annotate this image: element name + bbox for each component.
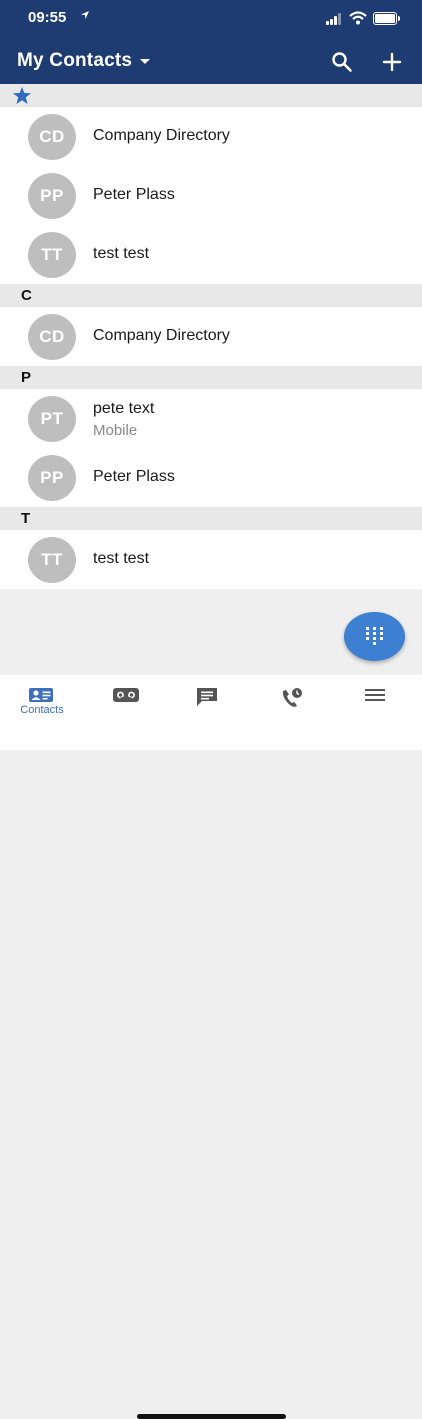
contacts-filter-title[interactable]: My Contacts: [17, 50, 132, 72]
contact-name: Company Directory: [93, 327, 230, 344]
call-history-icon: [282, 688, 302, 707]
section-header-c: C: [0, 284, 422, 307]
section-letter: P: [21, 369, 32, 386]
status-bar: 09:55: [0, 0, 422, 37]
contact-row[interactable]: TT test test: [0, 225, 422, 284]
plus-icon[interactable]: [381, 51, 403, 73]
wifi-icon: [349, 11, 367, 25]
tab-label: Contacts: [20, 704, 64, 716]
contact-row[interactable]: PT pete text Mobile: [0, 389, 422, 448]
section-letter: T: [21, 510, 31, 527]
voicemail-icon: [113, 688, 139, 702]
avatar: PP: [28, 455, 76, 501]
tab-call-history[interactable]: [252, 675, 336, 725]
section-letter: C: [21, 287, 32, 304]
tab-voicemail[interactable]: [84, 675, 168, 725]
contact-name: Company Directory: [93, 127, 230, 144]
chevron-down-icon[interactable]: [140, 59, 150, 64]
avatar: CD: [28, 114, 76, 160]
avatar: PT: [28, 396, 76, 442]
search-icon[interactable]: [331, 51, 353, 73]
home-indicator[interactable]: [137, 1414, 286, 1419]
contact-name: Peter Plass: [93, 186, 175, 203]
menu-icon: [365, 689, 385, 701]
contact-name: test test: [93, 245, 150, 262]
avatar: TT: [28, 232, 76, 278]
contact-name: Peter Plass: [93, 468, 175, 485]
contact-row[interactable]: CD Company Directory: [0, 307, 422, 366]
cellular-signal-icon: [326, 13, 344, 25]
contact-row[interactable]: TT test test: [0, 530, 422, 589]
section-header-t: T: [0, 507, 422, 530]
app-bar: My Contacts: [0, 37, 422, 84]
contact-name: pete text: [93, 400, 155, 417]
battery-icon: [373, 12, 400, 25]
contact-list[interactable]: CD Company Directory PP Peter Plass TT t…: [0, 84, 422, 589]
contact-row[interactable]: PP Peter Plass: [0, 166, 422, 225]
tab-menu[interactable]: [336, 675, 420, 725]
tab-messages[interactable]: [168, 675, 252, 725]
section-header-favorites: [0, 84, 422, 107]
section-header-p: P: [0, 366, 422, 389]
contact-row[interactable]: PP Peter Plass: [0, 448, 422, 507]
contact-name: test test: [93, 550, 150, 567]
location-arrow-icon: [81, 11, 89, 19]
tab-bar: Contacts: [0, 675, 422, 1419]
avatar: PP: [28, 173, 76, 219]
avatar: TT: [28, 537, 76, 583]
message-icon: [197, 688, 217, 706]
contact-phone-type: Mobile: [93, 422, 138, 439]
dialpad-button[interactable]: [344, 612, 405, 661]
status-time: 09:55: [28, 9, 67, 26]
star-icon: [13, 87, 31, 104]
tab-contacts[interactable]: Contacts: [0, 675, 84, 725]
contacts-card-icon: [29, 688, 53, 702]
contact-row[interactable]: CD Company Directory: [0, 107, 422, 166]
avatar: CD: [28, 314, 76, 360]
dialpad-icon: [366, 627, 383, 645]
